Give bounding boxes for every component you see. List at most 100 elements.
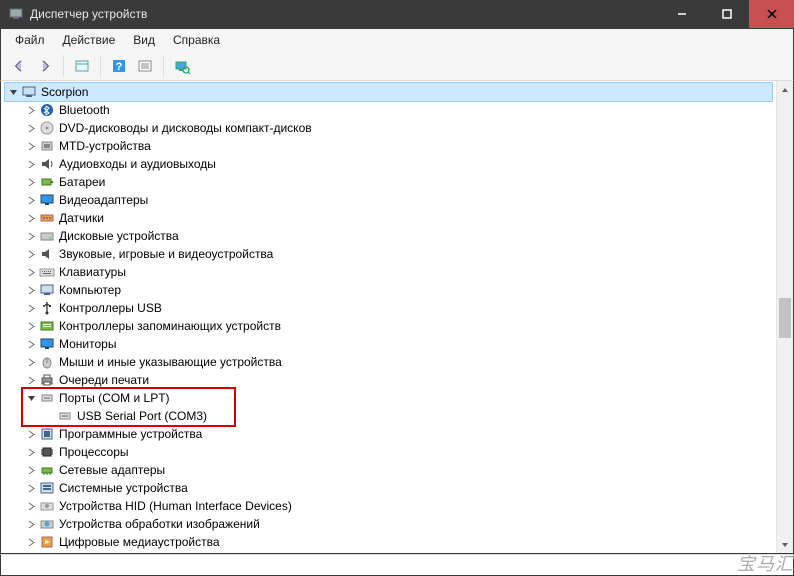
chevron-right-icon[interactable] xyxy=(23,322,39,331)
minimize-button[interactable] xyxy=(659,0,704,28)
scrollbar[interactable] xyxy=(776,81,793,553)
separator xyxy=(63,55,64,77)
menu-view[interactable]: Вид xyxy=(125,30,163,50)
chevron-right-icon[interactable] xyxy=(23,502,39,511)
node-label: Scorpion xyxy=(41,83,88,101)
node-label: Bluetooth xyxy=(59,101,110,119)
root-node[interactable]: Scorpion xyxy=(5,83,772,101)
network-icon xyxy=(39,462,55,478)
show-hidden-button[interactable] xyxy=(70,54,94,78)
node-label: Аудиовходы и аудиовыходы xyxy=(59,155,216,173)
device-category[interactable]: Аудиовходы и аудиовыходы xyxy=(5,155,772,173)
node-label: Видеоадаптеры xyxy=(59,191,148,209)
device-tree[interactable]: ScorpionBluetoothDVD-дисководы и дисково… xyxy=(1,81,776,553)
chevron-right-icon[interactable] xyxy=(23,250,39,259)
audio-icon xyxy=(39,156,55,172)
help-button[interactable]: ? xyxy=(107,54,131,78)
statusbar xyxy=(0,554,794,576)
menu-help[interactable]: Справка xyxy=(165,30,228,50)
window-title: Диспетчер устройств xyxy=(30,7,659,21)
device-category[interactable]: Контроллеры USB xyxy=(5,299,772,317)
node-label: Контроллеры USB xyxy=(59,299,162,317)
device-category[interactable]: Очереди печати xyxy=(5,371,772,389)
close-button[interactable] xyxy=(749,0,794,28)
disk-icon xyxy=(39,228,55,244)
chevron-right-icon[interactable] xyxy=(23,520,39,529)
chevron-right-icon[interactable] xyxy=(23,448,39,457)
device-category[interactable]: Устройства обработки изображений xyxy=(5,515,772,533)
device-category[interactable]: Сетевые адаптеры xyxy=(5,461,772,479)
watermark: 宝马汇 xyxy=(737,550,794,576)
system-icon xyxy=(39,480,55,496)
node-label: Цифровые медиаустройства xyxy=(59,533,220,551)
chevron-right-icon[interactable] xyxy=(23,124,39,133)
computer-root-icon xyxy=(21,84,37,100)
back-button[interactable] xyxy=(7,54,31,78)
node-label: Процессоры xyxy=(59,443,129,461)
device-category[interactable]: Звуковые, игровые и видеоустройства xyxy=(5,245,772,263)
node-label: Очереди печати xyxy=(59,371,149,389)
ports-category[interactable]: Порты (COM и LPT) xyxy=(5,389,772,407)
device-category[interactable]: MTD-устройства xyxy=(5,137,772,155)
scan-button[interactable] xyxy=(170,54,194,78)
device-category[interactable]: Bluetooth xyxy=(5,101,772,119)
chevron-right-icon[interactable] xyxy=(23,340,39,349)
device-category[interactable]: Мониторы xyxy=(5,335,772,353)
chevron-right-icon[interactable] xyxy=(23,214,39,223)
device-category[interactable]: Контроллеры запоминающих устройств xyxy=(5,317,772,335)
usb-icon xyxy=(39,300,55,316)
chevron-right-icon[interactable] xyxy=(23,538,39,547)
device-category[interactable]: Датчики xyxy=(5,209,772,227)
media-icon xyxy=(39,534,55,550)
maximize-button[interactable] xyxy=(704,0,749,28)
chevron-right-icon[interactable] xyxy=(23,232,39,241)
chevron-right-icon[interactable] xyxy=(23,484,39,493)
chevron-right-icon[interactable] xyxy=(23,142,39,151)
separator xyxy=(100,55,101,77)
chevron-right-icon[interactable] xyxy=(23,268,39,277)
properties-button[interactable] xyxy=(133,54,157,78)
chevron-right-icon[interactable] xyxy=(23,178,39,187)
device-category[interactable]: Программные устройства xyxy=(5,425,772,443)
device-category[interactable]: Клавиатуры xyxy=(5,263,772,281)
menu-file[interactable]: Файл xyxy=(7,30,53,50)
chevron-right-icon[interactable] xyxy=(23,304,39,313)
node-label: Устройства HID (Human Interface Devices) xyxy=(59,497,292,515)
keyboard-icon xyxy=(39,264,55,280)
device-category[interactable]: Мыши и иные указывающие устройства xyxy=(5,353,772,371)
chevron-right-icon[interactable] xyxy=(23,430,39,439)
forward-button[interactable] xyxy=(33,54,57,78)
scroll-up-button[interactable] xyxy=(777,81,793,98)
chevron-right-icon[interactable] xyxy=(23,160,39,169)
ports-child[interactable]: USB Serial Port (COM3) xyxy=(5,407,772,425)
chevron-right-icon[interactable] xyxy=(23,376,39,385)
sensor-icon xyxy=(39,210,55,226)
cpu-icon xyxy=(39,444,55,460)
titlebar[interactable]: Диспетчер устройств xyxy=(0,0,794,28)
chevron-right-icon[interactable] xyxy=(23,196,39,205)
scroll-thumb[interactable] xyxy=(777,98,793,536)
chevron-down-icon[interactable] xyxy=(5,88,21,97)
node-label: Устройства обработки изображений xyxy=(59,515,260,533)
device-category[interactable]: Батареи xyxy=(5,173,772,191)
chevron-down-icon[interactable] xyxy=(23,394,39,403)
device-category[interactable]: Устройства HID (Human Interface Devices) xyxy=(5,497,772,515)
chevron-right-icon[interactable] xyxy=(23,358,39,367)
device-category[interactable]: Цифровые медиаустройства xyxy=(5,533,772,551)
device-category[interactable]: DVD-дисководы и дисководы компакт-дисков xyxy=(5,119,772,137)
device-category[interactable]: Процессоры xyxy=(5,443,772,461)
node-label: Батареи xyxy=(59,173,105,191)
node-label: Контроллеры запоминающих устройств xyxy=(59,317,281,335)
device-category[interactable]: Видеоадаптеры xyxy=(5,191,772,209)
device-category[interactable]: Компьютер xyxy=(5,281,772,299)
device-category[interactable]: Системные устройства xyxy=(5,479,772,497)
computer-icon xyxy=(39,282,55,298)
separator xyxy=(163,55,164,77)
device-category[interactable]: Дисковые устройства xyxy=(5,227,772,245)
chevron-right-icon[interactable] xyxy=(23,466,39,475)
menu-action[interactable]: Действие xyxy=(55,30,124,50)
chevron-right-icon[interactable] xyxy=(23,286,39,295)
node-label: Дисковые устройства xyxy=(59,227,179,245)
node-label: Клавиатуры xyxy=(59,263,126,281)
chevron-right-icon[interactable] xyxy=(23,106,39,115)
